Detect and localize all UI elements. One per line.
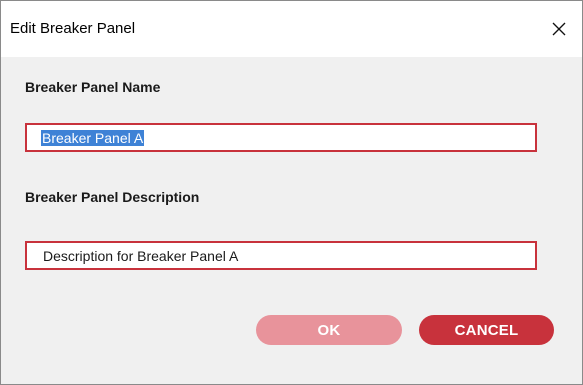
breaker-panel-name-input[interactable]: Breaker Panel A [25, 123, 537, 152]
breaker-panel-name-value: Breaker Panel A [41, 130, 145, 146]
title-bar: Edit Breaker Panel [1, 1, 582, 57]
breaker-panel-name-label: Breaker Panel Name [25, 79, 161, 95]
cancel-button[interactable]: CANCEL [419, 315, 554, 345]
edit-breaker-panel-dialog: Edit Breaker Panel Breaker Panel Name Br… [0, 0, 583, 385]
dialog-title: Edit Breaker Panel [10, 20, 136, 37]
breaker-panel-description-value: Description for Breaker Panel A [43, 248, 239, 264]
ok-button[interactable]: OK [256, 315, 402, 345]
breaker-panel-description-label: Breaker Panel Description [25, 189, 200, 205]
close-button[interactable] [536, 9, 582, 49]
close-icon [552, 22, 566, 36]
breaker-panel-description-input[interactable]: Description for Breaker Panel A [25, 241, 537, 270]
